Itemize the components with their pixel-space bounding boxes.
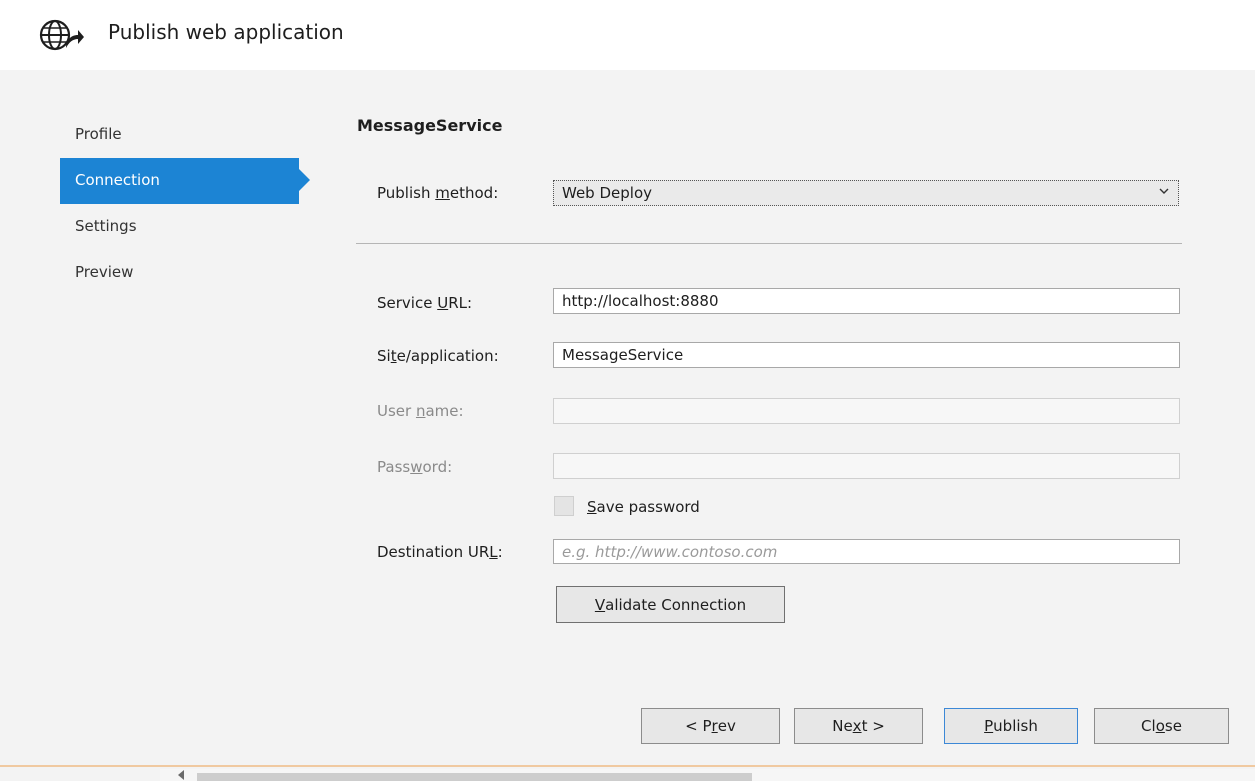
publish-method-label: Publish method: — [377, 184, 499, 202]
globe-publish-icon — [39, 19, 84, 51]
next-button[interactable]: Ne x t > — [794, 708, 923, 744]
service-url-input[interactable] — [553, 288, 1180, 314]
nav-item-profile[interactable]: Profile — [60, 112, 300, 158]
horizontal-scrollbar[interactable] — [160, 769, 1255, 781]
user-name-label: User name: — [377, 402, 464, 420]
scrollbar-thumb[interactable] — [197, 773, 752, 781]
site-application-label: Site/application: — [377, 347, 499, 365]
profile-name: MessageService — [357, 116, 503, 135]
validate-connection-button[interactable]: Validate Connection — [556, 586, 785, 623]
scroll-left-arrow-icon[interactable] — [178, 770, 184, 780]
prev-button[interactable]: < Pr ev — [641, 708, 780, 744]
close-button[interactable]: Cl o se — [1094, 708, 1229, 744]
save-password-label[interactable]: Save password — [587, 498, 700, 516]
publish-button[interactable]: Publish — [944, 708, 1078, 744]
nav-item-settings[interactable]: Settings — [60, 204, 300, 250]
password-label: Password: — [377, 458, 453, 476]
destination-url-input[interactable] — [553, 539, 1180, 564]
section-divider — [356, 243, 1182, 244]
user-name-input[interactable] — [553, 398, 1180, 424]
dialog-header: Publish web application — [0, 0, 1255, 70]
nav-item-connection[interactable]: Connection — [60, 158, 310, 204]
service-url-label: Service URL: — [377, 294, 473, 312]
footer-divider — [0, 765, 1255, 767]
save-password-checkbox[interactable] — [554, 496, 574, 516]
dialog-title: Publish web application — [108, 20, 344, 44]
publish-method-value: Web Deploy — [562, 184, 652, 202]
password-input[interactable] — [553, 453, 1180, 479]
wizard-nav: Profile Connection Settings Preview — [60, 112, 310, 296]
nav-item-preview[interactable]: Preview — [60, 250, 300, 296]
publish-method-select[interactable]: Web Deploy — [553, 180, 1179, 206]
site-application-input[interactable] — [553, 342, 1180, 368]
destination-url-label: Destination URL: — [377, 543, 503, 561]
chevron-down-icon — [1159, 188, 1169, 194]
